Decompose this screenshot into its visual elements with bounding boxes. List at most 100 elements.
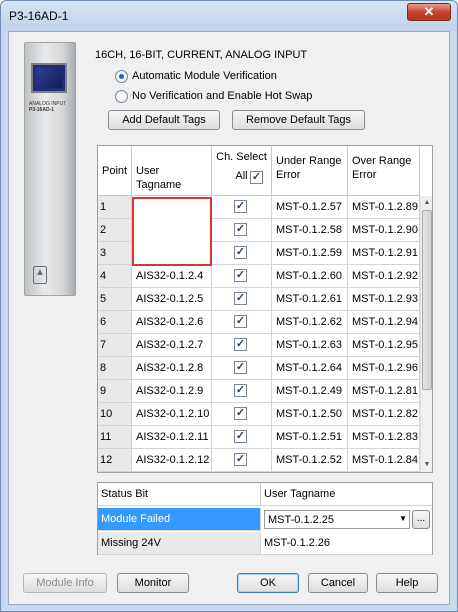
close-button[interactable]: ✕ (407, 3, 451, 21)
channel-checkbox[interactable]: ✓ (234, 361, 247, 374)
point-cell[interactable]: 9 (98, 380, 132, 403)
user-tagname-cell[interactable]: AIS32-0.1.2.11 (132, 426, 212, 449)
under-range-cell[interactable]: MST-0.1.2.57 (272, 196, 348, 219)
channel-checkbox[interactable]: ✓ (234, 223, 247, 236)
under-range-cell[interactable]: MST-0.1.2.51 (272, 426, 348, 449)
ch-select-cell[interactable]: ✓ (212, 449, 272, 472)
channel-checkbox[interactable]: ✓ (234, 430, 247, 443)
user-tagname-cell[interactable]: AIS32-0.1.2.7 (132, 334, 212, 357)
table-row[interactable]: 11 AIS32-0.1.2.11 ✓ MST-0.1.2.51 MST-0.1.2.8… (98, 426, 420, 449)
scroll-up-icon[interactable]: ▲ (421, 197, 432, 209)
user-tagname-cell[interactable]: AIS32-0.1.2.9 (132, 380, 212, 403)
point-cell[interactable]: 3 (98, 242, 132, 265)
point-cell[interactable]: 6 (98, 311, 132, 334)
channel-checkbox[interactable]: ✓ (234, 269, 247, 282)
table-row[interactable]: 10 AIS32-0.1.2.10 ✓ MST-0.1.2.50 MST-0.1.2.8… (98, 403, 420, 426)
status-name-module-failed[interactable]: Module Failed (98, 508, 261, 531)
scroll-down-icon[interactable]: ▼ (421, 459, 432, 471)
ok-button[interactable]: OK (237, 573, 299, 593)
table-row[interactable]: 8 AIS32-0.1.2.8 ✓ MST-0.1.2.64 MST-0.1.2.96 (98, 357, 420, 380)
user-tagname-cell[interactable]: AIS32-0.1.2.4 (132, 265, 212, 288)
point-cell[interactable]: 10 (98, 403, 132, 426)
under-range-cell[interactable]: MST-0.1.2.60 (272, 265, 348, 288)
under-range-cell[interactable]: MST-0.1.2.62 (272, 311, 348, 334)
ch-select-cell[interactable]: ✓ (212, 380, 272, 403)
cancel-button[interactable]: Cancel (308, 573, 368, 593)
ch-select-cell[interactable]: ✓ (212, 196, 272, 219)
under-range-cell[interactable]: MST-0.1.2.59 (272, 242, 348, 265)
ch-select-cell[interactable]: ✓ (212, 242, 272, 265)
table-row[interactable]: 6 AIS32-0.1.2.6 ✓ MST-0.1.2.62 MST-0.1.2.94 (98, 311, 420, 334)
ch-select-cell[interactable]: ✓ (212, 426, 272, 449)
module-failed-tag-select[interactable]: MST-0.1.2.25 ▼ (264, 510, 410, 529)
ch-select-cell[interactable]: ✓ (212, 334, 272, 357)
under-range-cell[interactable]: MST-0.1.2.61 (272, 288, 348, 311)
user-tagname-cell[interactable]: AIS32-0.1.2.5 (132, 288, 212, 311)
table-row[interactable]: 4 AIS32-0.1.2.4 ✓ MST-0.1.2.60 MST-0.1.2.92 (98, 265, 420, 288)
user-tagname-cell[interactable]: AIS32-0.1.2.8 (132, 357, 212, 380)
channel-checkbox[interactable]: ✓ (234, 338, 247, 351)
under-range-cell[interactable]: MST-0.1.2.52 (272, 449, 348, 472)
help-button[interactable]: Help (376, 573, 438, 593)
point-cell[interactable]: 11 (98, 426, 132, 449)
scroll-thumb[interactable] (422, 210, 432, 390)
radio-unselected-icon[interactable] (115, 90, 128, 103)
table-row[interactable]: 9 AIS32-0.1.2.9 ✓ MST-0.1.2.49 MST-0.1.2.81 (98, 380, 420, 403)
table-row[interactable]: 5 AIS32-0.1.2.5 ✓ MST-0.1.2.61 MST-0.1.2.93 (98, 288, 420, 311)
user-tagname-cell[interactable]: AIS32-0.1.2.12 (132, 449, 212, 472)
over-range-cell[interactable]: MST-0.1.2.90 (348, 219, 420, 242)
ch-select-cell[interactable]: ✓ (212, 403, 272, 426)
select-all-checkbox[interactable]: ✓ (250, 171, 263, 184)
over-range-cell[interactable]: MST-0.1.2.95 (348, 334, 420, 357)
title-bar[interactable]: P3-16AD-1 ✕ (1, 1, 457, 31)
add-default-tags-button[interactable]: Add Default Tags (108, 110, 220, 130)
missing-24v-tag-value[interactable]: MST-0.1.2.26 (261, 532, 432, 555)
under-range-cell[interactable]: MST-0.1.2.64 (272, 357, 348, 380)
point-cell[interactable]: 1 (98, 196, 132, 219)
under-range-cell[interactable]: MST-0.1.2.63 (272, 334, 348, 357)
status-name-missing-24v[interactable]: Missing 24V (98, 532, 261, 555)
ch-select-cell[interactable]: ✓ (212, 265, 272, 288)
over-range-cell[interactable]: MST-0.1.2.83 (348, 426, 420, 449)
monitor-button[interactable]: Monitor (117, 573, 189, 593)
point-cell[interactable]: 12 (98, 449, 132, 472)
status-row-module-failed[interactable]: Module Failed MST-0.1.2.25 ▼ ... (98, 508, 432, 531)
over-range-cell[interactable]: MST-0.1.2.84 (348, 449, 420, 472)
table-row[interactable]: 7 AIS32-0.1.2.7 ✓ MST-0.1.2.63 MST-0.1.2.95 (98, 334, 420, 357)
ch-select-cell[interactable]: ✓ (212, 219, 272, 242)
module-info-button[interactable]: Module Info (23, 573, 107, 593)
channel-checkbox[interactable]: ✓ (234, 315, 247, 328)
remove-default-tags-button[interactable]: Remove Default Tags (232, 110, 365, 130)
over-range-cell[interactable]: MST-0.1.2.94 (348, 311, 420, 334)
over-range-cell[interactable]: MST-0.1.2.96 (348, 357, 420, 380)
user-tagname-cell[interactable]: AIS32-0.1.2.6 (132, 311, 212, 334)
ch-select-cell[interactable]: ✓ (212, 288, 272, 311)
channel-checkbox[interactable]: ✓ (234, 384, 247, 397)
point-cell[interactable]: 5 (98, 288, 132, 311)
table-row[interactable]: 12 AIS32-0.1.2.12 ✓ MST-0.1.2.52 MST-0.1.2.8… (98, 449, 420, 472)
channel-checkbox[interactable]: ✓ (234, 246, 247, 259)
radio-selected-icon[interactable] (115, 70, 128, 83)
browse-button[interactable]: ... (412, 510, 430, 529)
over-range-cell[interactable]: MST-0.1.2.92 (348, 265, 420, 288)
point-cell[interactable]: 7 (98, 334, 132, 357)
channel-checkbox[interactable]: ✓ (234, 407, 247, 420)
over-range-cell[interactable]: MST-0.1.2.93 (348, 288, 420, 311)
channel-checkbox[interactable]: ✓ (234, 292, 247, 305)
over-range-cell[interactable]: MST-0.1.2.81 (348, 380, 420, 403)
channel-checkbox[interactable]: ✓ (234, 200, 247, 213)
status-row-missing-24v[interactable]: Missing 24V MST-0.1.2.26 (98, 532, 432, 555)
user-tagname-cell[interactable]: AIS32-0.1.2.10 (132, 403, 212, 426)
over-range-cell[interactable]: MST-0.1.2.91 (348, 242, 420, 265)
chevron-down-icon[interactable]: ▼ (399, 514, 407, 523)
under-range-cell[interactable]: MST-0.1.2.58 (272, 219, 348, 242)
point-cell[interactable]: 2 (98, 219, 132, 242)
over-range-cell[interactable]: MST-0.1.2.82 (348, 403, 420, 426)
point-cell[interactable]: 8 (98, 357, 132, 380)
point-cell[interactable]: 4 (98, 265, 132, 288)
over-range-cell[interactable]: MST-0.1.2.89 (348, 196, 420, 219)
under-range-cell[interactable]: MST-0.1.2.50 (272, 403, 348, 426)
ch-select-cell[interactable]: ✓ (212, 311, 272, 334)
ch-select-cell[interactable]: ✓ (212, 357, 272, 380)
channel-checkbox[interactable]: ✓ (234, 453, 247, 466)
